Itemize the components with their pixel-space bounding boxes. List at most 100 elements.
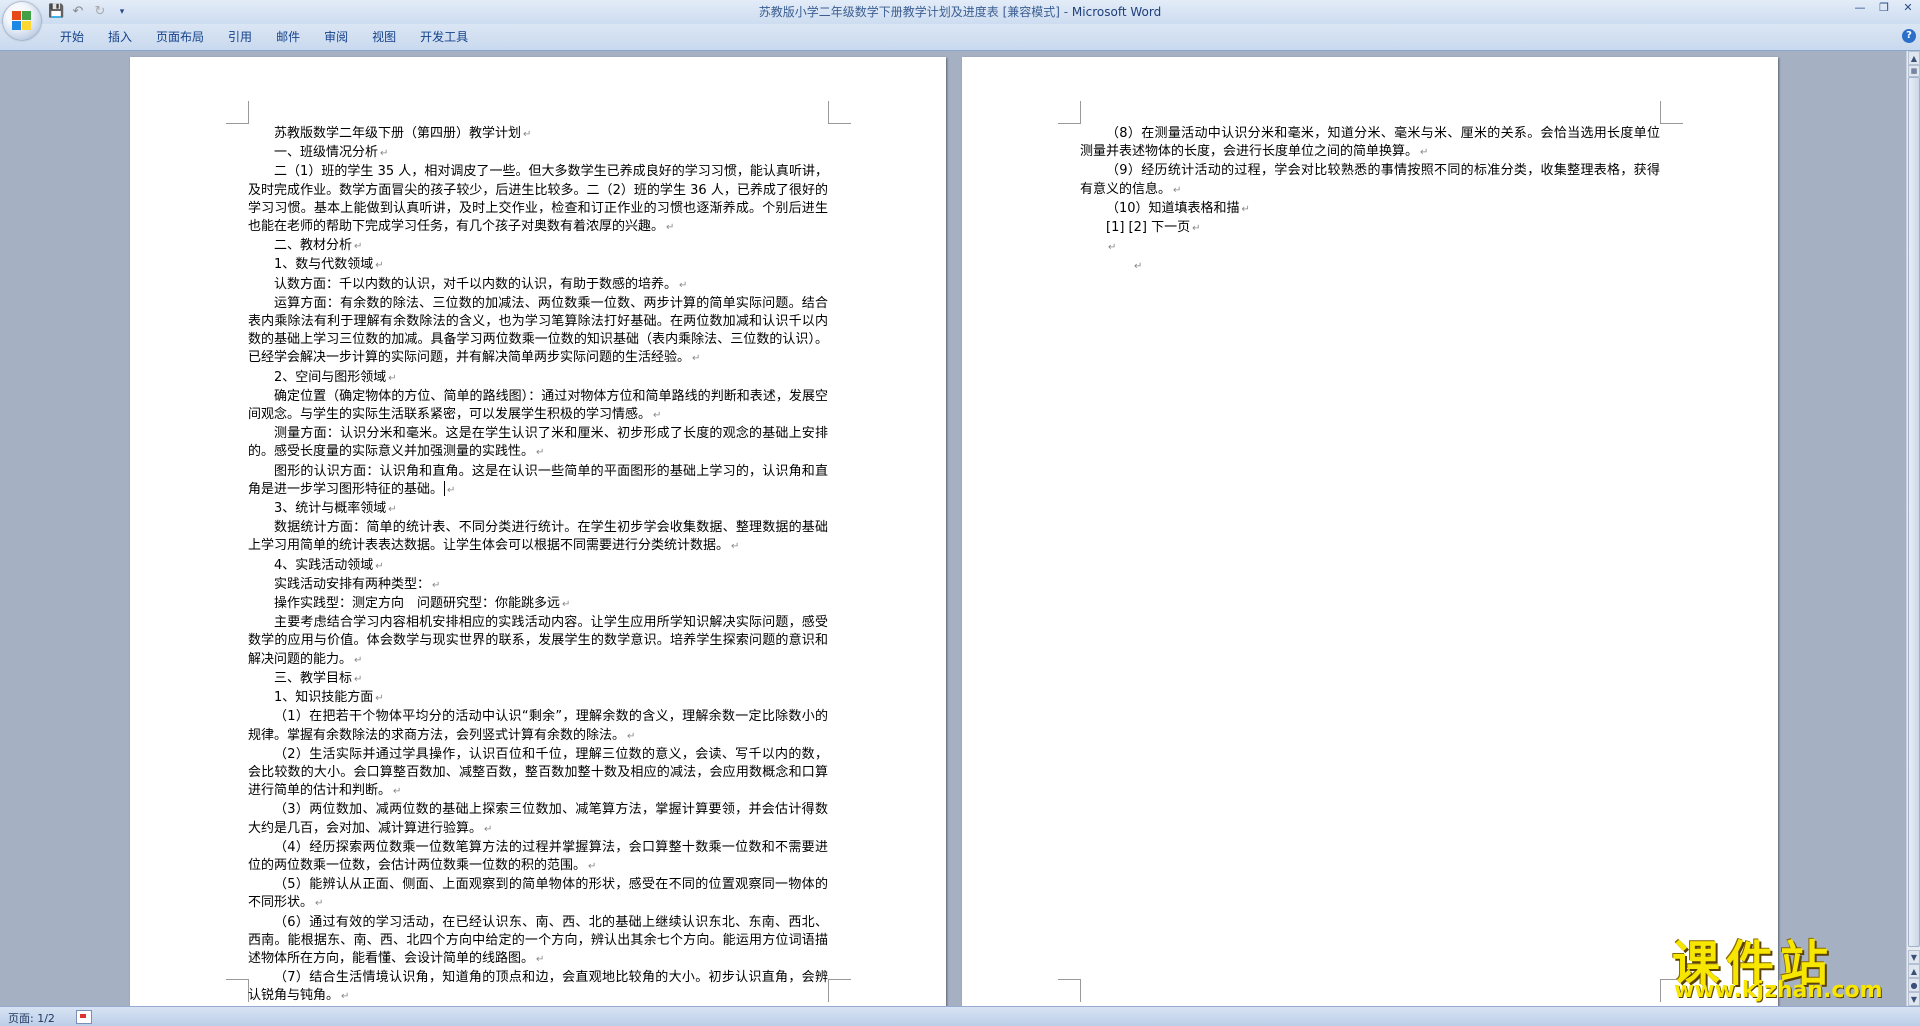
crop-mark xyxy=(1660,101,1683,124)
tab-developer[interactable]: 开发工具 xyxy=(408,27,480,47)
paragraph[interactable]: （8）在测量活动中认识分米和毫米，知道分米、毫米与米、厘米的关系。会恰当选用长度… xyxy=(1080,125,1660,162)
restore-icon[interactable]: ❐ xyxy=(1872,0,1896,18)
paragraph[interactable]: （4）经历探索两位数乘一位数笔算方法的过程并掌握算法，会口算整十数乘一位数和不需… xyxy=(248,839,828,876)
customize-icon[interactable]: ▾ xyxy=(114,4,130,20)
paragraph[interactable]: （9）经历统计活动的过程，学会对比较熟悉的事情按照不同的标准分类，收集整理表格，… xyxy=(1080,162,1660,199)
paragraph[interactable]: 苏教版数学二年级下册（第四册）教学计划 xyxy=(248,125,828,144)
crop-mark xyxy=(1058,979,1081,1002)
close-icon[interactable]: ✕ xyxy=(1896,0,1920,18)
scroll-down-icon[interactable]: ▼ xyxy=(1908,950,1920,964)
tab-mailings[interactable]: 邮件 xyxy=(264,27,312,47)
paragraph-mark-icon xyxy=(679,280,687,291)
paragraph-text: （3）两位数加、减两位数的基础上探索三位数加、减笔算方法，掌握计算要领，并会估计… xyxy=(248,802,828,836)
paragraph-text: 操作实践型：测定方向 问题研究型：你能跳多远 xyxy=(274,596,561,612)
office-button[interactable] xyxy=(3,2,41,40)
paragraph[interactable] xyxy=(1080,238,1660,257)
crop-mark xyxy=(226,979,249,1002)
paragraph-text: 一、班级情况分析 xyxy=(274,145,379,161)
redo-icon[interactable]: ↻ xyxy=(92,4,108,20)
paragraph[interactable]: [1] [2] 下一页 xyxy=(1080,219,1660,238)
paragraph-mark-icon xyxy=(627,731,635,742)
paragraph-mark-icon xyxy=(388,373,396,384)
paragraph[interactable]: （10）知道填表格和描 xyxy=(1080,200,1660,219)
paragraph-text: 2、空间与图形领域 xyxy=(274,369,387,385)
paragraph-text: （8）在测量活动中认识分米和毫米，知道分米、毫米与米、厘米的关系。会恰当选用长度… xyxy=(1080,126,1660,160)
paragraph-mark-icon xyxy=(666,222,674,233)
paragraph-mark-icon xyxy=(731,541,739,552)
paragraph[interactable]: 操作实践型：测定方向 问题研究型：你能跳多远 xyxy=(248,595,828,614)
paragraph[interactable]: 实践活动安排有两种类型： xyxy=(248,576,828,595)
office-logo-icon xyxy=(12,11,32,31)
paragraph-mark-icon xyxy=(432,580,440,591)
paragraph[interactable]: 主要考虑结合学习内容相机安排相应的实践活动内容。让学生应用所学知识解决实际问题，… xyxy=(248,614,828,670)
save-icon[interactable]: 💾 xyxy=(48,4,64,20)
paragraph-text: 数据统计方面：简单的统计表、不同分类进行统计。在学生初步学会收集数据、整理数据的… xyxy=(248,520,828,554)
paragraph[interactable]: 3、统计与概率领域 xyxy=(248,500,828,519)
paragraph-text: 1、知识技能方面 xyxy=(274,690,374,706)
document-area: 苏教版数学二年级下册（第四册）教学计划一、班级情况分析二（1）班的学生 35 人… xyxy=(0,51,1906,1006)
paragraph[interactable]: 认数方面：千以内数的认识，对千以内数的认识，有助于数感的培养。 xyxy=(248,276,828,295)
tab-view[interactable]: 视图 xyxy=(360,27,408,47)
paragraph[interactable]: 2、空间与图形领域 xyxy=(248,369,828,388)
paragraph[interactable]: （7）结合生活情境认识角，知道角的顶点和边，会直观地比较角的大小。初步认识直角，… xyxy=(248,969,828,1006)
document-page-2[interactable]: （8）在测量活动中认识分米和毫米，知道分米、毫米与米、厘米的关系。会恰当选用长度… xyxy=(962,57,1778,1006)
paragraph[interactable]: （2）生活实际并通过学具操作，认识百位和千位，理解三位数的意义，会读、写千以内的… xyxy=(248,746,828,802)
page-1-body[interactable]: 苏教版数学二年级下册（第四册）教学计划一、班级情况分析二（1）班的学生 35 人… xyxy=(248,125,828,1006)
tab-insert[interactable]: 插入 xyxy=(96,27,144,47)
vertical-scrollbar[interactable]: ▲ ▦ ▼ ▲ ● ▼ xyxy=(1906,51,1920,1006)
paragraph-mark-icon xyxy=(484,824,492,835)
document-page-1[interactable]: 苏教版数学二年级下册（第四册）教学计划一、班级情况分析二（1）班的学生 35 人… xyxy=(130,57,946,1006)
tab-review[interactable]: 审阅 xyxy=(312,27,360,47)
paragraph[interactable]: （6）通过有效的学习活动，在已经认识东、南、西、北的基础上继续认识东北、东南、西… xyxy=(248,914,828,970)
paragraph-text: 二、教材分析 xyxy=(274,238,353,254)
paragraph-mark-icon xyxy=(536,447,544,458)
next-page-icon[interactable]: ▼ xyxy=(1908,992,1920,1006)
crop-mark xyxy=(828,101,851,124)
paragraph[interactable]: 1、知识技能方面 xyxy=(248,689,828,708)
paragraph-mark-icon xyxy=(536,954,544,965)
previous-page-icon[interactable]: ▲ xyxy=(1908,964,1920,978)
paragraph[interactable]: 数据统计方面：简单的统计表、不同分类进行统计。在学生初步学会收集数据、整理数据的… xyxy=(248,519,828,556)
ribbon-tabs: 开始 插入 页面布局 引用 邮件 审阅 视图 开发工具 xyxy=(48,27,480,47)
paragraph[interactable]: 一、班级情况分析 xyxy=(248,144,828,163)
crop-mark xyxy=(1660,979,1683,1002)
undo-icon[interactable]: ↶ xyxy=(70,4,86,20)
tab-page-layout[interactable]: 页面布局 xyxy=(144,27,216,47)
paragraph[interactable]: 1、数与代数领域 xyxy=(248,256,828,275)
page-2-body[interactable]: （8）在测量活动中认识分米和毫米，知道分米、毫米与米、厘米的关系。会恰当选用长度… xyxy=(1080,125,1660,277)
paragraph-mark-icon xyxy=(653,410,661,421)
paragraph-mark-icon xyxy=(354,655,362,666)
paragraph-mark-icon xyxy=(354,674,362,685)
tab-references[interactable]: 引用 xyxy=(216,27,264,47)
paragraph-mark-icon xyxy=(1108,242,1116,253)
scroll-up-icon[interactable]: ▲ xyxy=(1908,51,1920,65)
paragraph[interactable]: （5）能辨认从正面、侧面、上面观察到的简单物体的形状，感受在不同的位置观察同一物… xyxy=(248,876,828,913)
title-bar: 苏教版小学二年级数学下册教学计划及进度表 [兼容模式] - Microsoft … xyxy=(0,0,1920,24)
paragraph[interactable]: （3）两位数加、减两位数的基础上探索三位数加、减笔算方法，掌握计算要领，并会估计… xyxy=(248,801,828,838)
minimize-icon[interactable]: — xyxy=(1848,0,1872,18)
paragraph-text: 运算方面：有余数的除法、三位数的加减法、两位数乘一位数、两步计算的简单实际问题。… xyxy=(248,295,828,366)
paragraph[interactable] xyxy=(1080,257,1660,276)
browse-object-icon[interactable]: ● xyxy=(1908,978,1920,992)
paragraph-text: [1] [2] 下一页 xyxy=(1106,220,1191,236)
crop-mark xyxy=(828,979,851,1002)
paragraph[interactable]: 4、实践活动领域 xyxy=(248,557,828,576)
paragraph[interactable]: 确定位置（确定物体的方位、简单的路线图）：通过对物体方位和简单路线的判断和表述，… xyxy=(248,388,828,425)
proofing-icon[interactable] xyxy=(76,1010,92,1024)
paragraph[interactable]: 三、教学目标 xyxy=(248,670,828,689)
paragraph-mark-icon xyxy=(315,898,323,909)
help-icon[interactable]: ? xyxy=(1902,29,1916,43)
paragraph-mark-icon xyxy=(447,485,455,496)
paragraph-text: （10）知道填表格和描 xyxy=(1106,200,1240,216)
paragraph[interactable]: 运算方面：有余数的除法、三位数的加减法、两位数乘一位数、两步计算的简单实际问题。… xyxy=(248,295,828,369)
paragraph[interactable]: 测量方面：认识分米和毫米。这是在学生认识了米和厘米、初步形成了长度的观念的基础上… xyxy=(248,425,828,462)
paragraph[interactable]: 二、教材分析 xyxy=(248,237,828,256)
paragraph-text: （1）在把若干个物体平均分的活动中认识“剩余”，理解余数的含义，理解余数一定比除… xyxy=(248,709,828,743)
paragraph[interactable]: （1）在把若干个物体平均分的活动中认识“剩余”，理解余数的含义，理解余数一定比除… xyxy=(248,708,828,745)
tab-home[interactable]: 开始 xyxy=(48,27,96,47)
page-count[interactable]: 页面: 1/2 xyxy=(8,1010,55,1026)
scroll-thumb[interactable] xyxy=(1908,77,1920,947)
ruler-toggle-icon[interactable]: ▦ xyxy=(1908,65,1920,77)
paragraph[interactable]: 图形的认识方面：认识角和直角。这是在认识一些简单的平面图形的基础上学习的，认识角… xyxy=(248,463,828,500)
paragraph[interactable]: 二（1）班的学生 35 人，相对调皮了一些。但大多数学生已养成良好的学习习惯，能… xyxy=(248,163,828,237)
